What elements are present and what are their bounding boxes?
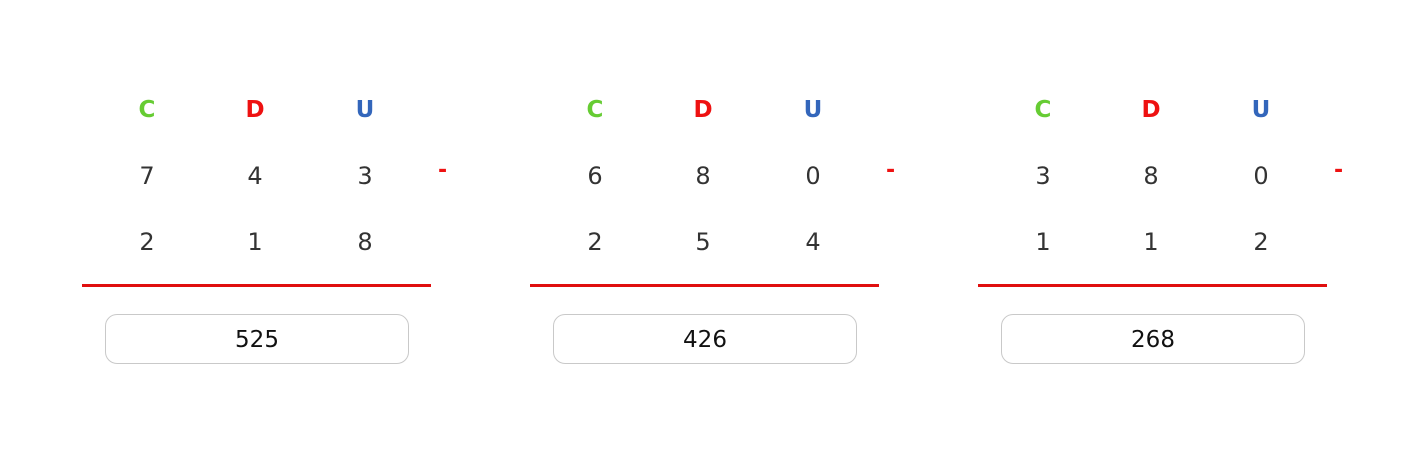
minuend-units-digit: 0 <box>1253 162 1269 190</box>
subtraction-problem-2: C D U 6 8 0 - 2 5 4 426 <box>530 0 895 458</box>
subtrahend-units-digit: 4 <box>805 228 821 256</box>
header-units: U <box>1251 97 1271 123</box>
minuend-units-digit: 3 <box>357 162 373 190</box>
subtrahend-units-digit: 2 <box>1253 228 1269 256</box>
header-units: U <box>355 97 375 123</box>
minuend-tens-digit: 8 <box>1143 162 1159 190</box>
answer-input[interactable]: 268 <box>1001 314 1305 364</box>
result-divider-line <box>978 284 1327 287</box>
header-units: U <box>803 97 823 123</box>
header-hundreds: C <box>586 97 604 123</box>
result-divider-line <box>530 284 879 287</box>
minuend-tens-digit: 8 <box>695 162 711 190</box>
subtraction-problem-1: C D U 7 4 3 - 2 1 8 525 <box>82 0 447 458</box>
header-tens: D <box>1141 97 1161 123</box>
subtrahend-hundreds-digit: 2 <box>587 228 603 256</box>
subtrahend-tens-digit: 5 <box>695 228 711 256</box>
minus-operator: - <box>438 158 448 183</box>
minuend-hundreds-digit: 3 <box>1035 162 1051 190</box>
answer-input[interactable]: 525 <box>105 314 409 364</box>
subtrahend-units-digit: 8 <box>357 228 373 256</box>
header-tens: D <box>245 97 265 123</box>
minuend-units-digit: 0 <box>805 162 821 190</box>
subtrahend-hundreds-digit: 2 <box>139 228 155 256</box>
header-hundreds: C <box>138 97 156 123</box>
minuend-tens-digit: 4 <box>247 162 263 190</box>
minus-operator: - <box>1334 158 1344 183</box>
header-hundreds: C <box>1034 97 1052 123</box>
result-divider-line <box>82 284 431 287</box>
subtraction-problem-3: C D U 3 8 0 - 1 1 2 268 <box>978 0 1343 458</box>
minuend-hundreds-digit: 7 <box>139 162 155 190</box>
minus-operator: - <box>886 158 896 183</box>
subtrahend-tens-digit: 1 <box>1143 228 1159 256</box>
subtrahend-hundreds-digit: 1 <box>1035 228 1051 256</box>
header-tens: D <box>693 97 713 123</box>
answer-input[interactable]: 426 <box>553 314 857 364</box>
subtrahend-tens-digit: 1 <box>247 228 263 256</box>
minuend-hundreds-digit: 6 <box>587 162 603 190</box>
